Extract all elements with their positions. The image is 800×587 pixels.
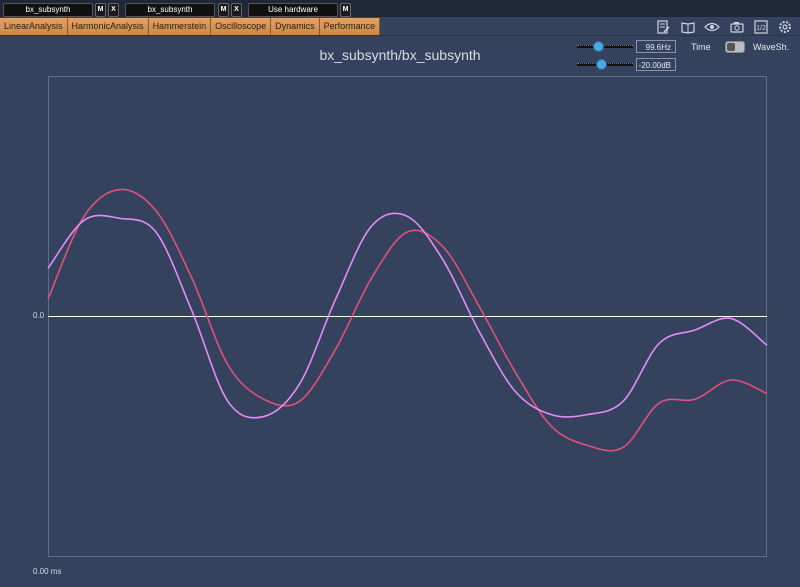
series-line-1 — [47, 188, 768, 452]
time-axis-label: 0.00 ms — [33, 567, 62, 576]
series-line-2 — [47, 212, 768, 419]
zero-axis-label: 0.0 — [33, 311, 45, 320]
oscilloscope-plot — [47, 188, 768, 452]
